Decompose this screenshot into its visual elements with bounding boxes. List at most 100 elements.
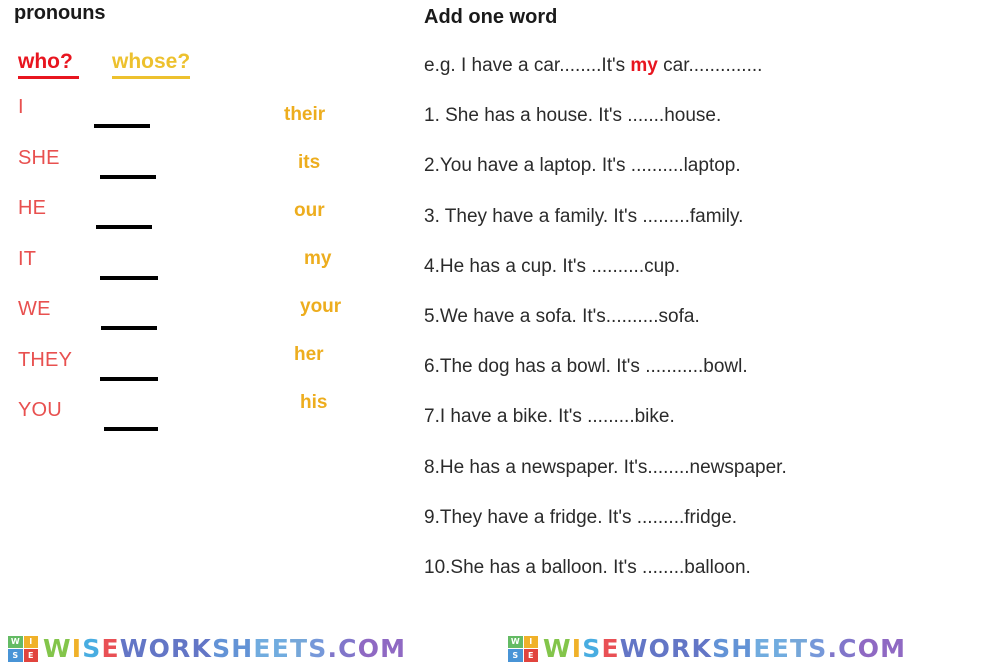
watermark-char: O <box>857 634 881 663</box>
watermark-char: O <box>648 634 672 663</box>
exercise-item[interactable]: 4.He has a cup. It's ..........cup. <box>424 255 994 305</box>
pronoun-label: HE <box>18 197 47 219</box>
exercise-item[interactable]: 9.They have a fridge. It's .........frid… <box>424 506 994 556</box>
badge-cell: E <box>523 649 538 662</box>
watermark-char: C <box>338 634 358 663</box>
watermark-char: . <box>827 634 839 663</box>
possessive-word[interactable]: my <box>304 248 331 270</box>
watermark-char: S <box>808 634 828 663</box>
watermark-char: O <box>357 634 381 663</box>
answer-blank[interactable] <box>101 326 157 330</box>
watermark-char: C <box>838 634 858 663</box>
exercise-title: Add one word <box>424 6 558 28</box>
pronoun-row: IT <box>14 248 274 299</box>
watermark-logo: W I S E WISEWORKSHEETS.COM <box>0 628 500 669</box>
badge-cell: W <box>8 635 23 648</box>
watermark-char: W <box>619 634 649 663</box>
wise-badge-icon: WISE <box>8 635 38 662</box>
watermark-char: S <box>82 634 102 663</box>
watermark-char: K <box>691 634 713 663</box>
possessive-word[interactable]: your <box>300 296 341 318</box>
worksheet-page: pronouns who? whose? I SHE HE IT WE THEY YOU t… <box>0 0 1000 669</box>
watermark-logo: W I S E WISEWORKSHEETS.COM <box>500 628 1000 669</box>
pronoun-row: HE <box>14 197 274 248</box>
badge-cell: I <box>523 635 538 648</box>
badge-cell: W <box>508 635 523 648</box>
exercise-item[interactable]: 2.You have a laptop. It's ..........lapt… <box>424 154 994 204</box>
pronoun-label: SHE <box>18 146 60 169</box>
watermark-char: S <box>582 634 602 663</box>
badge-cell: S <box>8 649 23 662</box>
watermark-footer: W I S E WISEWORKSHEETS.COM W I S E WISEWORKSHEETS… <box>0 628 1000 669</box>
watermark-char: S <box>308 634 328 663</box>
possessive-word[interactable]: its <box>298 152 320 174</box>
watermark-text: WISEWORKSHEETS.COM <box>543 636 906 661</box>
pronoun-label: I <box>18 96 24 118</box>
answer-blank[interactable] <box>104 427 158 431</box>
example-text-before: e.g. I have a car........It's <box>424 55 631 76</box>
watermark-char: I <box>571 634 583 663</box>
possessive-adjective-list: their its our my your her his <box>272 96 402 432</box>
question-words-row: who? whose? <box>14 50 314 80</box>
watermark-char: E <box>271 634 290 663</box>
watermark-char: O <box>148 634 172 663</box>
exercise-item[interactable]: 3. They have a family. It's .........fam… <box>424 205 994 255</box>
pronoun-label: IT <box>18 247 37 270</box>
pronoun-row: YOU <box>14 399 274 450</box>
answer-blank[interactable] <box>100 376 158 381</box>
watermark-char: M <box>380 634 407 663</box>
wise-badge-icon: WISE <box>508 635 538 662</box>
watermark-char: E <box>771 634 790 663</box>
badge-cell: S <box>508 649 523 662</box>
watermark-char: E <box>601 634 620 663</box>
watermark-char: R <box>171 634 192 663</box>
example-answer-highlight: my <box>630 55 658 76</box>
question-word-whose: whose? <box>112 50 191 79</box>
badge-cell: I <box>23 635 38 648</box>
watermark-char: E <box>753 634 772 663</box>
watermark-char: . <box>327 634 339 663</box>
possessive-row: our <box>272 192 402 240</box>
page-title: pronouns <box>14 2 106 24</box>
pronoun-row: I <box>14 96 274 147</box>
watermark-char: T <box>789 634 809 663</box>
watermark-char: H <box>231 634 254 663</box>
possessive-word[interactable]: her <box>294 344 324 366</box>
watermark-char: S <box>712 634 732 663</box>
watermark-char: H <box>731 634 754 663</box>
possessive-word[interactable]: our <box>294 200 325 222</box>
question-word-who: who? <box>18 50 79 79</box>
pronoun-row: THEY <box>14 349 274 400</box>
watermark-char: W <box>43 634 72 663</box>
possessive-word[interactable]: his <box>300 392 327 414</box>
exercise-item[interactable]: 5.We have a sofa. It's..........sofa. <box>424 305 994 355</box>
exercise-item[interactable]: 8.He has a newspaper. It's........newspa… <box>424 456 994 506</box>
subject-pronoun-list: I SHE HE IT WE THEY YOU <box>14 96 274 450</box>
watermark-char: M <box>880 634 907 663</box>
watermark-char: S <box>212 634 232 663</box>
exercise-item[interactable]: 7.I have a bike. It's .........bike. <box>424 405 994 455</box>
watermark-char: T <box>289 634 309 663</box>
possessive-row: your <box>272 288 402 336</box>
answer-blank[interactable] <box>94 124 150 128</box>
possessive-row: her <box>272 336 402 384</box>
watermark-char: K <box>191 634 213 663</box>
example-row: e.g. I have a car........It's my car....… <box>424 54 994 104</box>
example-text-after: car.............. <box>657 55 763 76</box>
watermark-char: R <box>671 634 692 663</box>
watermark-char: W <box>119 634 149 663</box>
answer-blank[interactable] <box>100 174 156 179</box>
exercise-item[interactable]: 1. She has a house. It's .......house. <box>424 104 994 154</box>
pronoun-row: WE <box>14 298 274 349</box>
exercise-item[interactable]: 10.She has a balloon. It's ........ballo… <box>424 556 994 606</box>
pronoun-label: THEY <box>18 348 73 371</box>
watermark-char: W <box>543 634 572 663</box>
answer-blank[interactable] <box>96 225 152 229</box>
pronoun-row: SHE <box>14 147 274 198</box>
pronoun-label: WE <box>18 298 51 320</box>
answer-blank[interactable] <box>100 275 158 280</box>
watermark-char: E <box>101 634 120 663</box>
possessive-word[interactable]: their <box>284 104 325 126</box>
exercise-item[interactable]: 6.The dog has a bowl. It's ...........bo… <box>424 355 994 405</box>
exercise-list: e.g. I have a car........It's my car....… <box>424 54 994 606</box>
